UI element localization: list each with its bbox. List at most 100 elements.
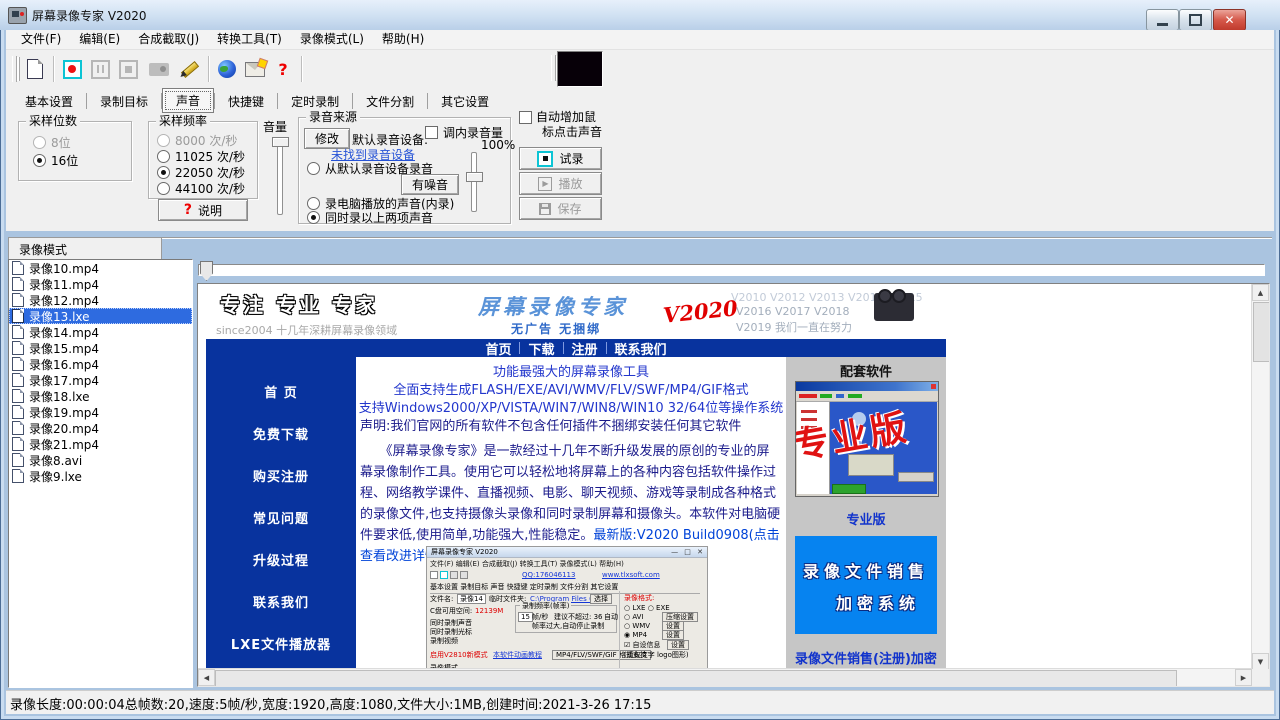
volume-slider-thumb[interactable] xyxy=(272,137,289,147)
file-icon xyxy=(12,389,24,403)
inner-volume-checkbox[interactable]: 调内录音量 xyxy=(425,124,503,141)
file-row[interactable]: 录像11.mp4 xyxy=(9,276,192,292)
help-button[interactable]: ? xyxy=(269,54,297,84)
nav-contact[interactable]: 联系我们 xyxy=(615,339,667,358)
record-source-group: 录音来源 修改 默认录音设备: 未找到录音设备 从默认录音设备录音 有噪音 录电… xyxy=(298,117,511,224)
source-volume-track[interactable] xyxy=(471,152,477,212)
menu-convert[interactable]: 转换工具(T) xyxy=(208,30,291,49)
file-row[interactable]: 录像18.lxe xyxy=(9,388,192,404)
radio-16bit[interactable]: 16位 xyxy=(33,152,78,169)
menu-free-download-link[interactable]: 免费下载 xyxy=(206,424,356,443)
tab-target[interactable]: 录制目标 xyxy=(87,90,161,113)
file-name: 录像11.mp4 xyxy=(29,276,99,293)
radio-source-both[interactable]: 同时录以上两项声音 xyxy=(307,209,433,226)
playback-slider-thumb[interactable] xyxy=(200,261,213,281)
mini-title-bar: 屏幕录像专家 V2020— □ ✕ xyxy=(427,547,707,558)
file-row[interactable]: 录像8.avi xyxy=(9,452,192,468)
nav-download[interactable]: 下载 xyxy=(528,339,554,358)
toolbar-gripper-2[interactable] xyxy=(551,55,556,81)
scroll-down-button[interactable]: ▼ xyxy=(1252,653,1269,670)
tab-sound[interactable]: 声音 xyxy=(162,88,214,113)
pro-version-link[interactable]: 专业版 xyxy=(786,509,946,528)
radio-8000-label: 8000 次/秒 xyxy=(175,132,237,149)
title-bar: 屏幕录像专家 V2020 ✕ xyxy=(0,0,1280,30)
menu-faq-link[interactable]: 常见问题 xyxy=(206,508,356,527)
pro-version-screenshot[interactable]: 专业版 xyxy=(795,381,939,497)
tab-hotkeys[interactable]: 快捷键 xyxy=(215,90,277,113)
radio-22050[interactable]: 22050 次/秒 xyxy=(157,164,245,181)
vertical-scroll-thumb[interactable] xyxy=(1253,302,1270,362)
radio-22050-label: 22050 次/秒 xyxy=(175,164,245,181)
volume-slider-track[interactable] xyxy=(277,139,283,215)
feedback-button[interactable] xyxy=(241,54,269,84)
noise-button[interactable]: 有噪音 xyxy=(401,174,459,195)
menu-buy-register-link[interactable]: 购买注册 xyxy=(206,466,356,485)
vertical-scrollbar[interactable]: ▲ ▼ xyxy=(1251,284,1269,670)
website-button[interactable] xyxy=(213,54,241,84)
file-row-selected[interactable]: 录像13.lxe xyxy=(9,308,192,324)
tab-split[interactable]: 文件分割 xyxy=(353,90,427,113)
file-row[interactable]: 录像15.mp4 xyxy=(9,340,192,356)
horizontal-scrollbar[interactable]: ◀ ▶ xyxy=(198,668,1252,686)
nav-home[interactable]: 首页 xyxy=(485,339,511,358)
record-button[interactable] xyxy=(58,54,86,84)
file-row[interactable]: 录像17.mp4 xyxy=(9,372,192,388)
menu-home-link[interactable]: 首 页 xyxy=(206,382,356,401)
file-row[interactable]: 录像9.lxe xyxy=(9,468,192,484)
source-volume-thumb[interactable] xyxy=(466,172,483,182)
sample-bits-group: 采样位数 8位 16位 xyxy=(18,121,132,181)
mini-fps: 15 xyxy=(518,612,533,622)
file-row[interactable]: 录像14.mp4 xyxy=(9,324,192,340)
pause-icon xyxy=(91,60,110,79)
menu-file[interactable]: 文件(F) xyxy=(12,30,70,49)
encrypt-system-link[interactable]: 录像文件销售(注册)加密 xyxy=(786,648,946,667)
menu-record-mode[interactable]: 录像模式(L) xyxy=(291,30,373,49)
menu-capture[interactable]: 合成截取(J) xyxy=(129,30,208,49)
scroll-up-button[interactable]: ▲ xyxy=(1252,284,1269,301)
nav-register[interactable]: 注册 xyxy=(572,339,598,358)
scroll-left-button[interactable]: ◀ xyxy=(198,669,215,686)
file-row[interactable]: 录像20.mp4 xyxy=(9,420,192,436)
menu-edit[interactable]: 编辑(E) xyxy=(70,30,129,49)
test-record-button[interactable]: 试录 xyxy=(519,147,602,170)
stop-button xyxy=(114,54,142,84)
mini-choose-button: 选择 xyxy=(590,594,612,604)
file-name: 录像17.mp4 xyxy=(29,372,99,389)
mouse-click-checkbox[interactable] xyxy=(519,111,532,124)
horizontal-scroll-thumb[interactable] xyxy=(215,670,1177,687)
pen-tool-button[interactable] xyxy=(176,54,204,84)
file-row[interactable]: 录像12.mp4 xyxy=(9,292,192,308)
mini-fps-unit: 帧/秒 xyxy=(532,613,548,621)
promo-box[interactable]: 录像文件销售 加密系统 xyxy=(795,536,937,634)
scroll-right-button[interactable]: ▶ xyxy=(1235,669,1252,686)
tab-basic[interactable]: 基本设置 xyxy=(12,90,86,113)
playback-slider-track[interactable] xyxy=(198,264,1265,276)
tab-other[interactable]: 其它设置 xyxy=(428,90,502,113)
mini-toolbar-icons xyxy=(430,571,470,579)
close-button[interactable]: ✕ xyxy=(1213,9,1246,31)
new-file-icon xyxy=(27,59,43,79)
file-row[interactable]: 录像21.mp4 xyxy=(9,436,192,452)
mini-freq-title: 录制频率(帧率) xyxy=(520,602,571,610)
new-file-button[interactable] xyxy=(21,54,49,84)
scrollbar-corner xyxy=(1252,669,1269,686)
radio-11025[interactable]: 11025 次/秒 xyxy=(157,148,245,165)
radio-dot xyxy=(307,211,320,224)
mini-tabs: 基本设置 录制目标 声音 快捷键 定时录制 文件分割 其它设置 xyxy=(430,583,700,594)
minimize-button[interactable] xyxy=(1146,9,1179,31)
maximize-button[interactable] xyxy=(1179,9,1212,31)
recording-file-list[interactable]: 录像10.mp4 录像11.mp4 录像12.mp4 录像13.lxe 录像14… xyxy=(8,259,193,688)
file-row[interactable]: 录像19.mp4 xyxy=(9,404,192,420)
menu-contact-link[interactable]: 联系我们 xyxy=(206,592,356,611)
explain-button[interactable]: ? 说明 xyxy=(158,199,248,221)
file-row[interactable]: 录像10.mp4 xyxy=(9,260,192,276)
mini-disk-value: 12139M xyxy=(475,607,503,615)
file-icon xyxy=(12,421,24,435)
file-row[interactable]: 录像16.mp4 xyxy=(9,356,192,372)
record-mode-tab[interactable]: 录像模式 xyxy=(8,237,162,259)
toolbar-gripper[interactable] xyxy=(12,56,17,82)
radio-44100[interactable]: 44100 次/秒 xyxy=(157,180,245,197)
menu-lxe-player-link[interactable]: LXE文件播放器 xyxy=(206,634,356,653)
menu-help[interactable]: 帮助(H) xyxy=(373,30,433,49)
menu-upgrade-link[interactable]: 升级过程 xyxy=(206,550,356,569)
